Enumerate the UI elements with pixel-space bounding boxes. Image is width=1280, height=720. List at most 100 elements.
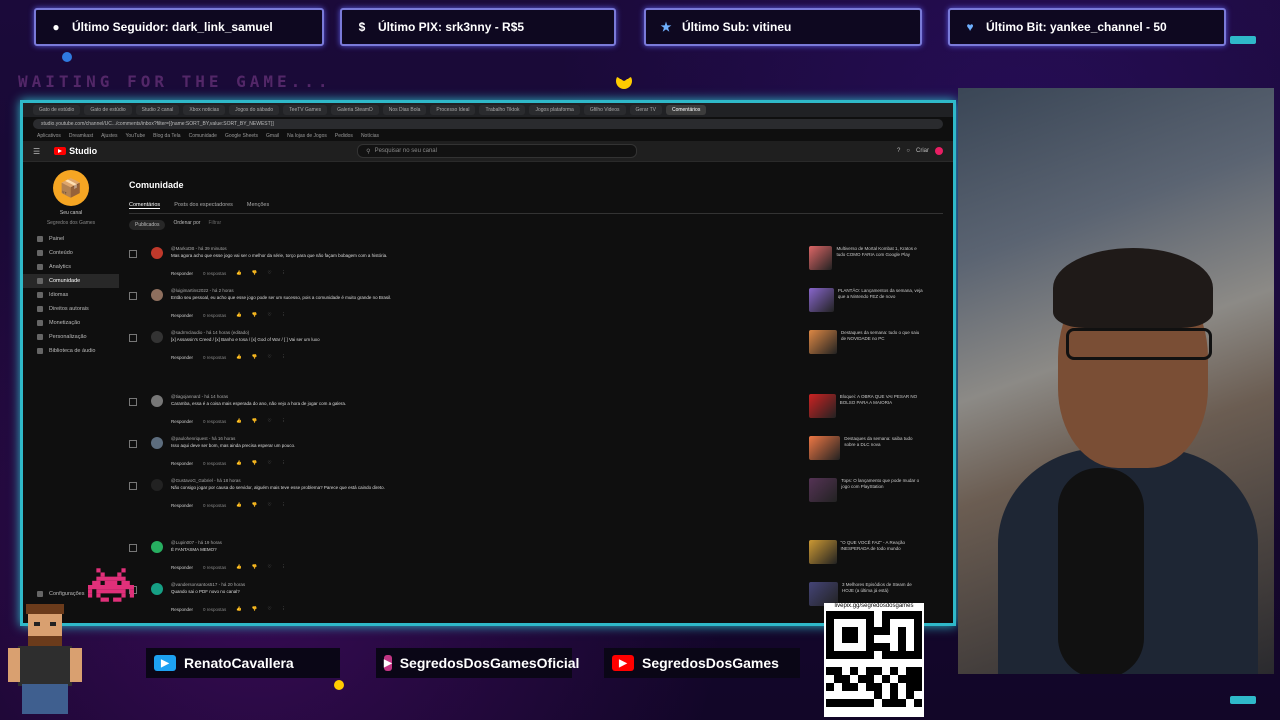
sidebar-item-conte-do[interactable]: Conteúdo	[23, 246, 119, 260]
bookmark-item[interactable]: Blog da Tela	[153, 133, 180, 139]
reply-button[interactable]: Responder	[171, 503, 193, 508]
tab-2[interactable]: Menções	[247, 202, 269, 209]
like-icon[interactable]: 👍	[236, 564, 242, 570]
video-thumbnail[interactable]	[809, 394, 836, 418]
channel-avatar[interactable]: 📦	[53, 170, 89, 206]
filter-published-chip[interactable]: Publicados	[129, 220, 166, 230]
browser-tab[interactable]: Xbox noticias	[183, 105, 226, 115]
video-reference[interactable]: Multiverso de Mortal Kombat 1, Kratos e …	[809, 246, 923, 270]
dislike-icon[interactable]: 👎	[252, 270, 258, 276]
bookmark-item[interactable]: Na lojas de Jogos	[287, 133, 327, 139]
video-thumbnail[interactable]	[809, 478, 838, 502]
browser-tab[interactable]: Gato de estúdio	[33, 105, 81, 115]
dislike-icon[interactable]: 👎	[252, 606, 258, 612]
browser-tab[interactable]: Studio 2 canal	[135, 105, 180, 115]
commenter-avatar[interactable]	[151, 437, 163, 449]
comment-checkbox[interactable]	[129, 482, 137, 490]
comment-checkbox[interactable]	[129, 398, 137, 406]
browser-tab[interactable]: Nos Dias Bola	[382, 105, 427, 115]
dislike-icon[interactable]: 👎	[252, 354, 258, 360]
browser-tab[interactable]: Jogos plataforma	[529, 105, 580, 115]
more-options-icon[interactable]: ⋮	[282, 460, 287, 466]
more-options-icon[interactable]: ⋮	[282, 606, 287, 612]
sidebar-item-painel[interactable]: Painel	[23, 232, 119, 246]
bookmark-item[interactable]: Dreamkast	[69, 133, 93, 139]
dislike-icon[interactable]: 👎	[252, 564, 258, 570]
video-title[interactable]: Bloquei: A OBRA QUE VAI PESAR NO BOLSO P…	[840, 394, 923, 418]
like-icon[interactable]: 👍	[236, 270, 242, 276]
browser-tab[interactable]: Trabalho Tiktok	[479, 105, 526, 115]
video-title[interactable]: Destaques da semana: saiba tudo sobre a …	[844, 436, 923, 460]
sidebar-item-biblioteca-de-udio[interactable]: Biblioteca de áudio	[23, 344, 119, 358]
bookmark-item[interactable]: YouTube	[126, 133, 146, 139]
more-options-icon[interactable]: ⋮	[282, 564, 287, 570]
filter-field[interactable]: Filtrar	[208, 220, 221, 230]
reply-button[interactable]: Responder	[171, 565, 193, 570]
video-thumbnail[interactable]	[809, 246, 833, 270]
more-options-icon[interactable]: ⋮	[282, 502, 287, 508]
commenter-avatar[interactable]	[151, 479, 163, 491]
tab-1[interactable]: Posts dos espectadores	[174, 202, 233, 209]
dislike-icon[interactable]: 👎	[252, 460, 258, 466]
comment-checkbox[interactable]	[129, 334, 137, 342]
replies-dropdown[interactable]: 0 respostas	[203, 271, 226, 276]
reply-button[interactable]: Responder	[171, 313, 193, 318]
comment-checkbox[interactable]	[129, 250, 137, 258]
dislike-icon[interactable]: 👎	[252, 312, 258, 318]
bookmark-item[interactable]: Notícias	[361, 133, 379, 139]
like-icon[interactable]: 👍	[236, 418, 242, 424]
dislike-icon[interactable]: 👎	[252, 418, 258, 424]
create-button[interactable]: Criar	[916, 148, 929, 154]
replies-dropdown[interactable]: 0 respostas	[203, 503, 226, 508]
like-icon[interactable]: 👍	[236, 502, 242, 508]
video-title[interactable]: Multiverso de Mortal Kombat 1, Kratos e …	[836, 246, 923, 270]
reply-button[interactable]: Responder	[171, 419, 193, 424]
heart-icon[interactable]: ♡	[268, 606, 272, 612]
video-thumbnail[interactable]	[809, 288, 834, 312]
like-icon[interactable]: 👍	[236, 354, 242, 360]
video-reference[interactable]: Tops: O lançamento que pode mudar o jogo…	[809, 478, 923, 502]
reply-button[interactable]: Responder	[171, 355, 193, 360]
video-title[interactable]: Destaques da semana: tudo o que saiu de …	[841, 330, 923, 354]
reply-button[interactable]: Responder	[171, 461, 193, 466]
reply-button[interactable]: Responder	[171, 271, 193, 276]
browser-tab[interactable]: Comentários	[665, 105, 707, 115]
profile-avatar[interactable]	[935, 147, 943, 155]
bookmark-item[interactable]: Pedidos	[335, 133, 353, 139]
sidebar-item-analytics[interactable]: Analytics	[23, 260, 119, 274]
replies-dropdown[interactable]: 0 respostas	[203, 565, 226, 570]
like-icon[interactable]: 👍	[236, 460, 242, 466]
studio-logo[interactable]: Studio	[54, 146, 97, 156]
video-thumbnail[interactable]	[809, 330, 837, 354]
browser-tab[interactable]: Processo Ideal	[430, 105, 476, 115]
tab-0[interactable]: Comentários	[129, 202, 161, 209]
commenter-avatar[interactable]	[151, 395, 163, 407]
bookmark-item[interactable]: Google Sheets	[225, 133, 258, 139]
comment-checkbox[interactable]	[129, 544, 137, 552]
more-options-icon[interactable]: ⋮	[282, 270, 287, 276]
comment-checkbox[interactable]	[129, 440, 137, 448]
heart-icon[interactable]: ♡	[268, 312, 272, 318]
browser-tab[interactable]: Jogos do sábado	[229, 105, 280, 115]
video-thumbnail[interactable]	[809, 436, 841, 460]
video-thumbnail[interactable]	[809, 540, 837, 564]
studio-search-input[interactable]: ⚲ Pesquisar no seu canal	[357, 144, 638, 158]
sidebar-item-direitos-autorais[interactable]: Direitos autorais	[23, 302, 119, 316]
replies-dropdown[interactable]: 0 respostas	[203, 607, 226, 612]
order-by-dropdown[interactable]: Ordenar por	[173, 220, 200, 230]
sidebar-item-monetiza-o[interactable]: Monetização	[23, 316, 119, 330]
heart-icon[interactable]: ♡	[268, 270, 272, 276]
commenter-avatar[interactable]	[151, 331, 163, 343]
sidebar-item-idiomas[interactable]: Idiomas	[23, 288, 119, 302]
reply-button[interactable]: Responder	[171, 607, 193, 612]
bookmark-item[interactable]: Ajustes	[101, 133, 117, 139]
comment-checkbox[interactable]	[129, 292, 137, 300]
video-reference[interactable]: Bloquei: A OBRA QUE VAI PESAR NO BOLSO P…	[809, 394, 923, 418]
heart-icon[interactable]: ♡	[268, 502, 272, 508]
browser-tab[interactable]: Gerar TV	[629, 105, 662, 115]
commenter-avatar[interactable]	[151, 289, 163, 301]
sidebar-item-comunidade[interactable]: Comunidade	[23, 274, 119, 288]
heart-icon[interactable]: ♡	[268, 418, 272, 424]
replies-dropdown[interactable]: 0 respostas	[203, 313, 226, 318]
heart-icon[interactable]: ♡	[268, 354, 272, 360]
